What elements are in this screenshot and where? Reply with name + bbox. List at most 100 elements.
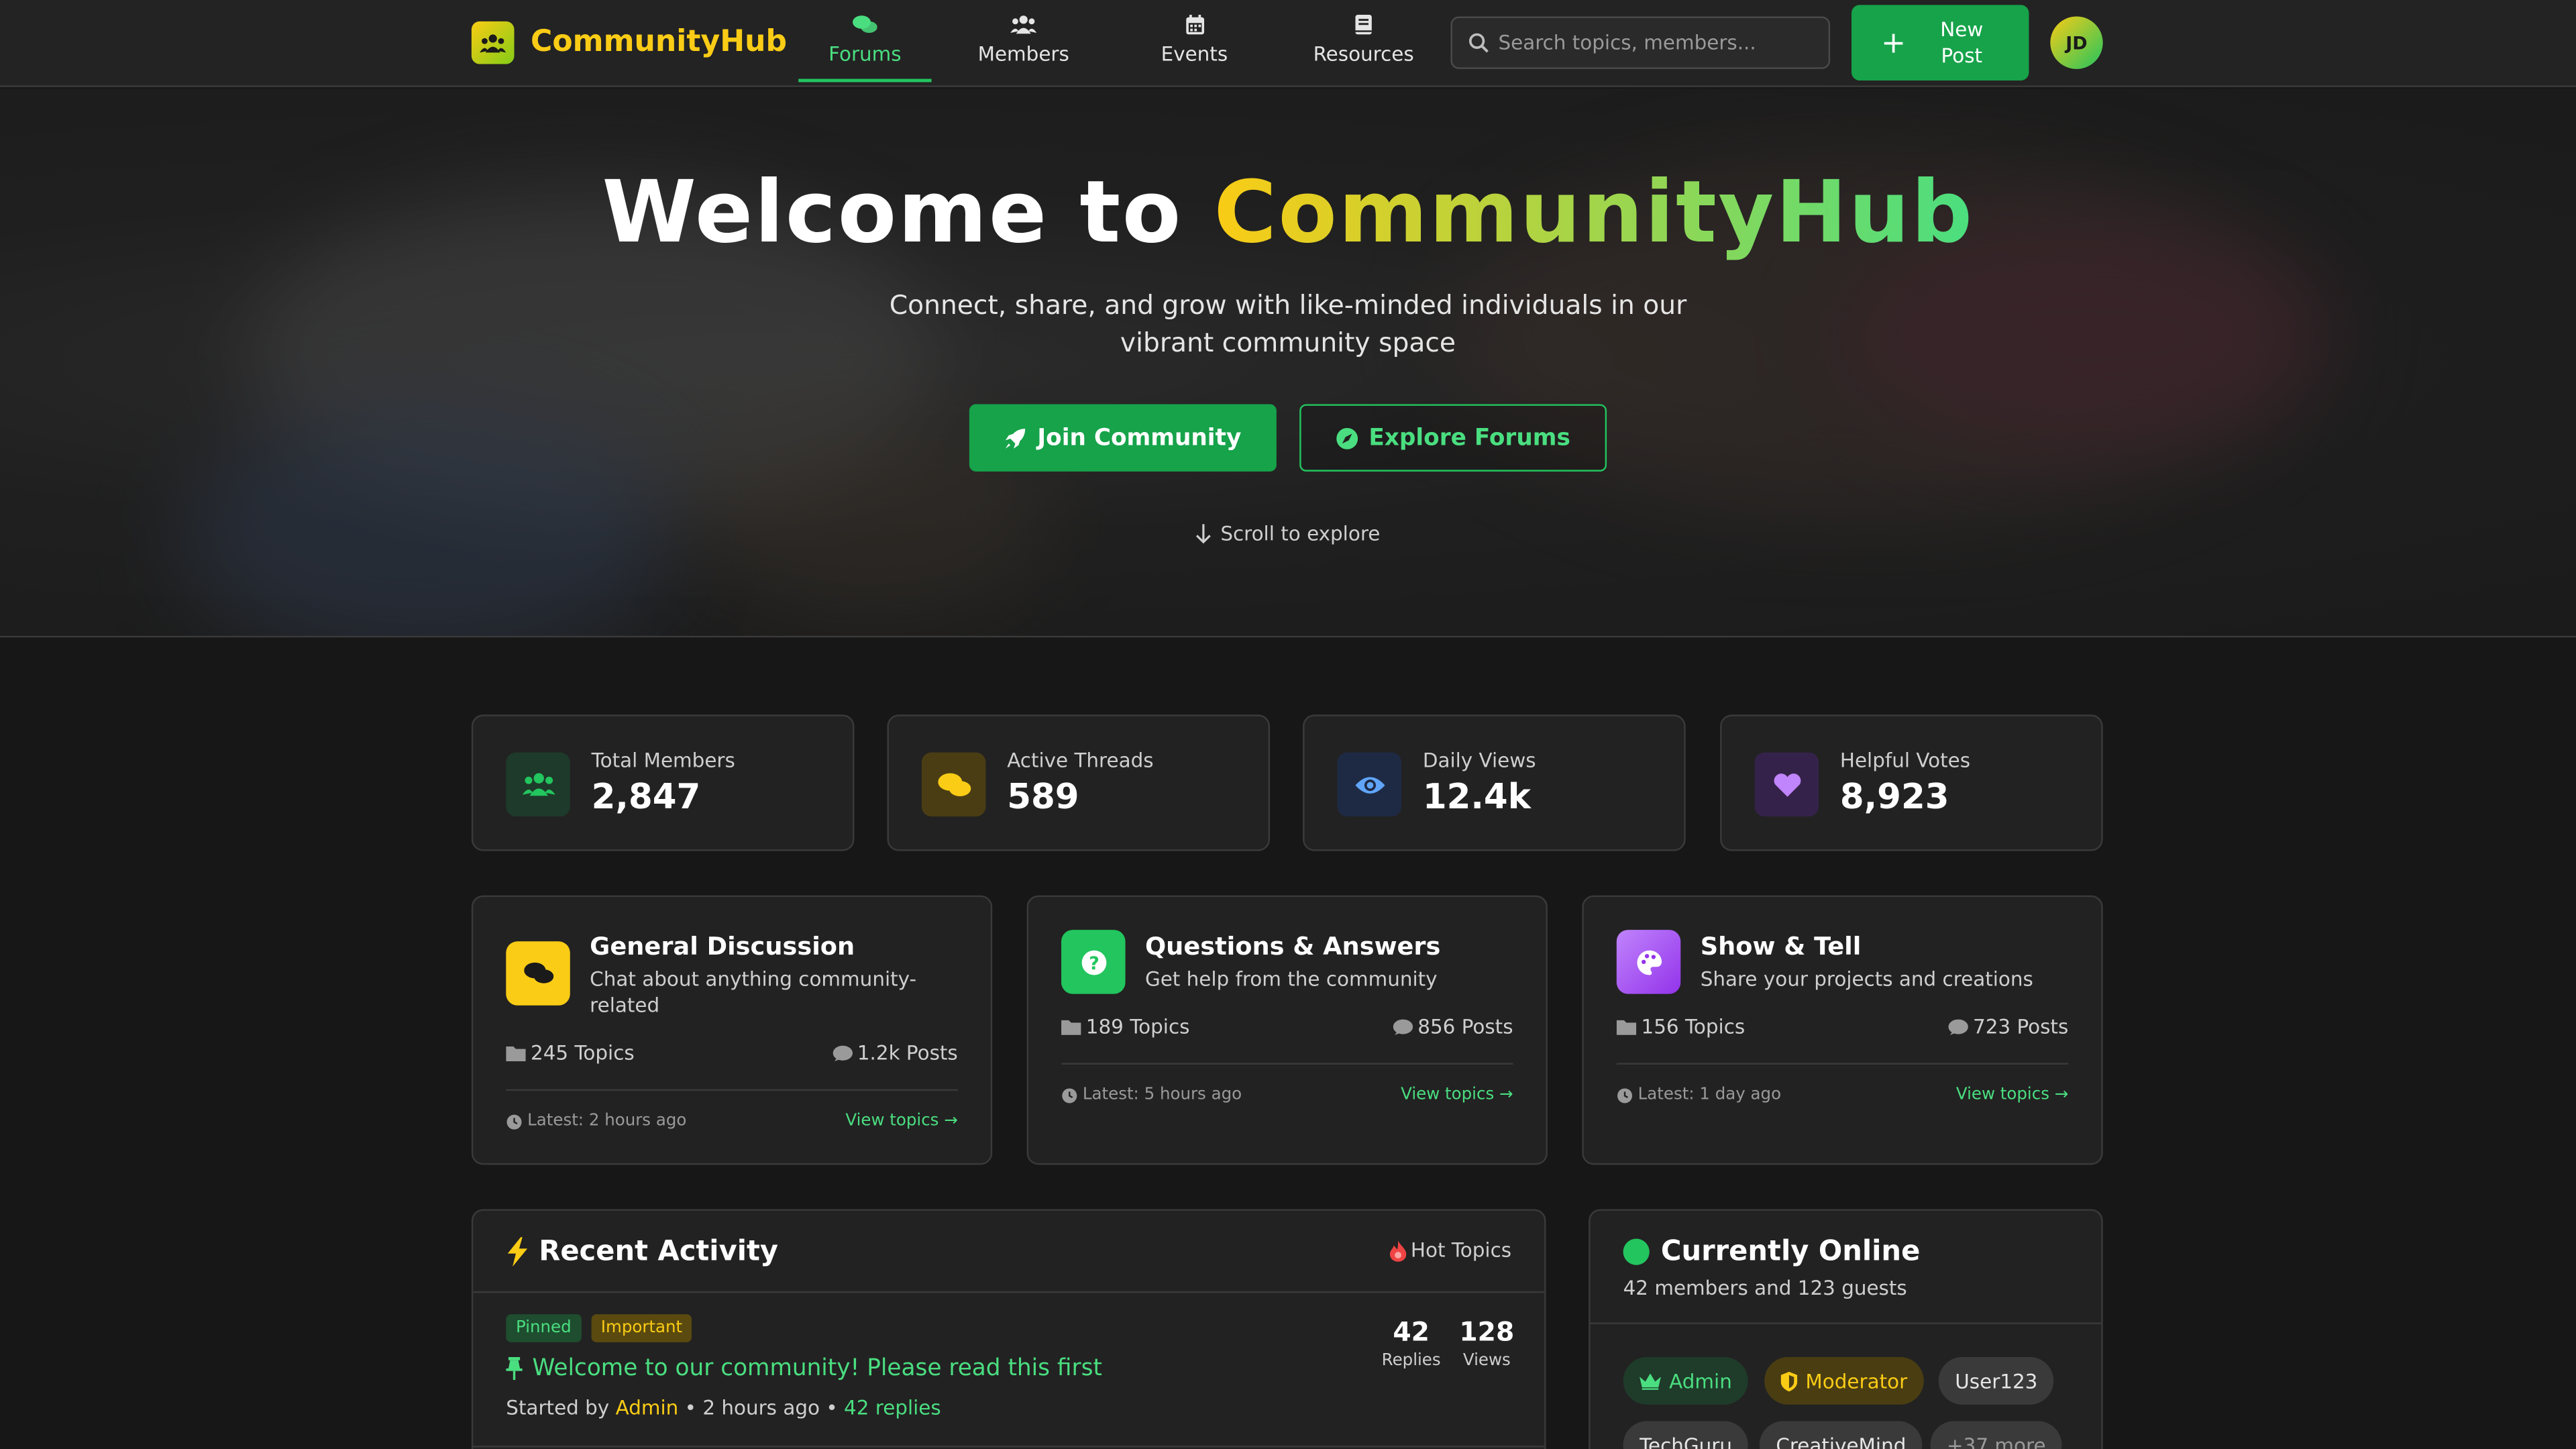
thread-meta: Started by Admin • 2 hours ago • 42 repl… [506,1397,941,1419]
thread-author-link[interactable]: Admin [616,1397,679,1419]
search-box[interactable] [1450,16,1831,69]
comment-icon [833,1044,853,1062]
view-topics-link[interactable]: View topics → [1401,1086,1513,1104]
replies-label: Replies [1381,1352,1441,1371]
brand-name[interactable]: CommunityHub [531,25,787,59]
hero-title: Welcome to CommunityHub [0,164,2576,263]
recent-activity-header: Recent Activity Hot Topics [473,1211,1545,1293]
folder-icon [1616,1018,1637,1035]
stat-label: Active Threads [1007,749,1154,773]
online-user-admin[interactable]: Admin [1623,1356,1749,1405]
rocket-icon [1004,427,1027,449]
nav-resources[interactable]: Resources [1299,13,1428,83]
important-badge: Important [591,1314,692,1342]
posts-count: 1.2k Posts [857,1041,958,1065]
online-status-icon [1623,1238,1650,1265]
nav-resources-label: Resources [1313,42,1414,66]
online-user-name: Admin [1669,1369,1732,1393]
comment-icon [1393,1018,1413,1036]
category-meta: 156 Topics 723 Posts [1616,1015,2069,1038]
online-title-text: Currently Online [1660,1235,1921,1269]
new-post-button[interactable]: + New Post [1851,5,2029,81]
topics-count: 189 Topics [1085,1015,1190,1038]
stat-label: Daily Views [1422,749,1536,773]
view-topics-link[interactable]: View topics → [845,1112,957,1130]
folder-icon [1061,1018,1081,1035]
online-user[interactable]: TechGuru [1623,1421,1749,1449]
category-description: Get help from the community [1144,967,1438,991]
thread-views-stat: 128 Views [1457,1316,1516,1371]
join-community-label: Join Community [1037,425,1242,451]
category-title[interactable]: Questions & Answers [1145,932,1440,961]
search-icon [1468,33,1489,53]
category-card-qa[interactable]: ? Questions & Answers Get help from the … [1026,895,1548,1165]
clock-icon [1061,1087,1077,1103]
compass-icon [1336,427,1358,449]
logo-icon[interactable] [471,21,515,64]
latest-activity: Latest: 1 day ago [1638,1085,1782,1104]
pinned-badge: Pinned [506,1314,582,1342]
top-navbar: CommunityHub Forums Members Events Resou… [0,0,2576,87]
hero-title-highlight: CommunityHub [1214,164,1974,263]
more-users-link[interactable]: +37 more [1930,1421,2063,1449]
comments-icon [921,752,986,817]
nav-forums[interactable]: Forums [798,13,932,83]
category-footer: Latest: 1 day ago View topics → [1617,1086,2068,1104]
page: CommunityHub Forums Members Events Resou… [0,0,2576,1449]
scroll-hint[interactable]: Scroll to explore [0,523,2576,545]
category-title[interactable]: General Discussion [590,932,855,961]
hot-topics-link[interactable]: Hot Topics [1389,1239,1511,1262]
heart-icon [1754,752,1819,817]
stat-value: 8,923 [1839,777,1949,817]
pin-icon [506,1356,523,1381]
user-avatar[interactable]: JD [2050,16,2103,69]
views-count: 128 [1459,1316,1515,1348]
explore-forums-button[interactable]: Explore Forums [1299,404,1607,472]
category-description: Share your projects and creations [1700,967,2033,991]
category-card-general[interactable]: General Discussion Chat about anything c… [471,895,993,1165]
view-topics-link[interactable]: View topics → [1956,1086,2068,1104]
online-user[interactable]: User123 [1938,1356,2054,1405]
online-user[interactable]: CreativeMind [1759,1421,1923,1449]
nav-events-label: Events [1161,42,1228,66]
views-label: Views [1462,1352,1511,1371]
search-input[interactable] [1498,31,1811,54]
started-by-label: Started by [506,1396,610,1419]
online-user-moderator[interactable]: Moderator [1764,1356,1924,1405]
nav-forums-label: Forums [828,42,902,66]
palette-icon [1616,930,1681,994]
topics-count: 245 Topics [531,1041,635,1065]
thread-replies-link[interactable]: 42 replies [844,1397,941,1419]
category-description: Chat about anything community-related [590,967,917,1017]
topics-count: 156 Topics [1641,1015,1746,1038]
users-icon [1010,13,1037,36]
recent-activity-panel: Recent Activity Hot Topics Pinned Import… [471,1209,1546,1449]
book-icon [1355,13,1372,36]
category-title[interactable]: Show & Tell [1701,932,1862,961]
nav-events[interactable]: Events [1130,13,1258,83]
thread-title: Welcome to our community! Please read th… [532,1355,1102,1382]
posts-count: 723 Posts [1973,1015,2069,1038]
online-subtitle: 42 members and 123 guests [1623,1276,1907,1300]
category-card-show-tell[interactable]: Show & Tell Share your projects and crea… [1582,895,2103,1165]
nav-members[interactable]: Members [959,13,1087,83]
folder-icon [506,1045,526,1062]
users-icon [506,752,570,817]
stat-label: Total Members [591,749,735,773]
plus-icon: + [1881,25,1907,60]
stat-value: 589 [1007,777,1079,817]
thread-time: • 2 hours ago • [684,1396,838,1419]
clock-icon [506,1113,522,1129]
stat-card-members: Total Members 2,847 [471,714,855,851]
stat-value: 12.4k [1422,777,1531,817]
stat-card-views: Daily Views 12.4k [1303,714,1686,851]
hero-section: Welcome to CommunityHub Connect, share, … [0,89,2576,638]
hero-title-prefix: Welcome to [602,164,1183,263]
thread-replies-stat: 42 Replies [1382,1316,1441,1371]
eye-icon [1337,752,1401,817]
shield-icon [1780,1371,1798,1391]
thread-title-link[interactable]: Welcome to our community! Please read th… [506,1355,1102,1382]
thread-badges: Pinned Important [506,1314,692,1342]
comments-icon [506,941,570,1006]
join-community-button[interactable]: Join Community [969,404,1277,472]
